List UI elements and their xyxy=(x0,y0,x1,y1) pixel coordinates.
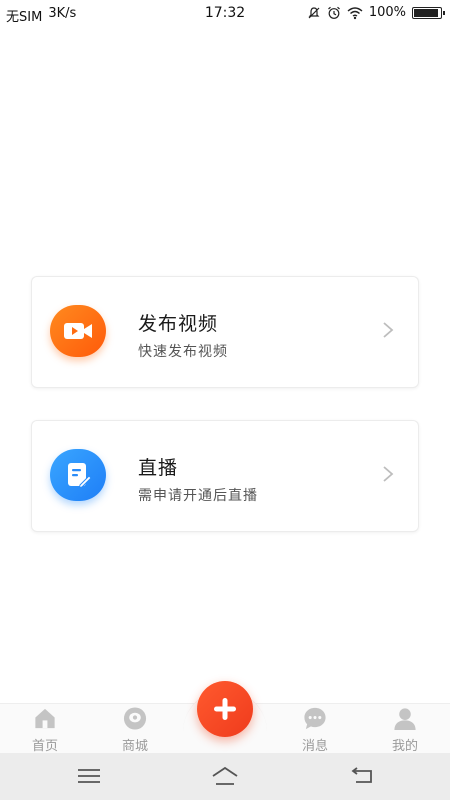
tab-label: 首页 xyxy=(31,739,58,754)
tab-label: 消息 xyxy=(301,739,328,754)
publish-video-card[interactable]: 发布视频 快速发布视频 xyxy=(31,276,419,388)
tab-label: 我的 xyxy=(391,739,418,754)
back-icon[interactable] xyxy=(348,763,378,789)
edit-document-icon xyxy=(68,463,91,489)
home-outline-icon[interactable] xyxy=(210,763,240,789)
status-right: 100% xyxy=(307,5,445,20)
menu-icon[interactable] xyxy=(74,763,104,789)
publish-plus-button[interactable] xyxy=(197,681,253,737)
live-icon-badge xyxy=(50,449,106,501)
tab-messages[interactable]: 消息 xyxy=(280,704,350,754)
person-icon xyxy=(394,708,416,731)
card-title: 直播 xyxy=(138,457,179,479)
plus-icon xyxy=(214,698,236,720)
card-title: 发布视频 xyxy=(138,313,219,335)
chat-bubble-icon xyxy=(304,707,326,730)
live-card[interactable]: 直播 需申请开通后直播 xyxy=(31,420,419,532)
card-subtitle: 需申请开通后直播 xyxy=(138,488,258,504)
mall-icon xyxy=(123,707,147,730)
system-nav-bar xyxy=(0,753,450,800)
status-bar: 无SIM 3K/s 17:32 100% xyxy=(0,0,450,28)
wifi-icon xyxy=(347,6,363,19)
chevron-right-icon xyxy=(383,322,394,338)
battery-icon xyxy=(412,6,445,19)
chevron-right-icon xyxy=(383,466,394,482)
home-icon xyxy=(35,708,55,729)
video-icon-badge xyxy=(50,305,106,357)
alarm-icon xyxy=(327,6,340,19)
tab-mall[interactable]: 商城 xyxy=(100,704,170,754)
card-subtitle: 快速发布视频 xyxy=(138,344,228,360)
mute-bell-icon xyxy=(308,6,320,18)
tab-home[interactable]: 首页 xyxy=(10,704,80,754)
battery-percent: 100% xyxy=(368,5,406,20)
video-camera-icon xyxy=(64,323,92,339)
tab-label: 商城 xyxy=(121,739,148,754)
tab-me[interactable]: 我的 xyxy=(370,704,440,754)
